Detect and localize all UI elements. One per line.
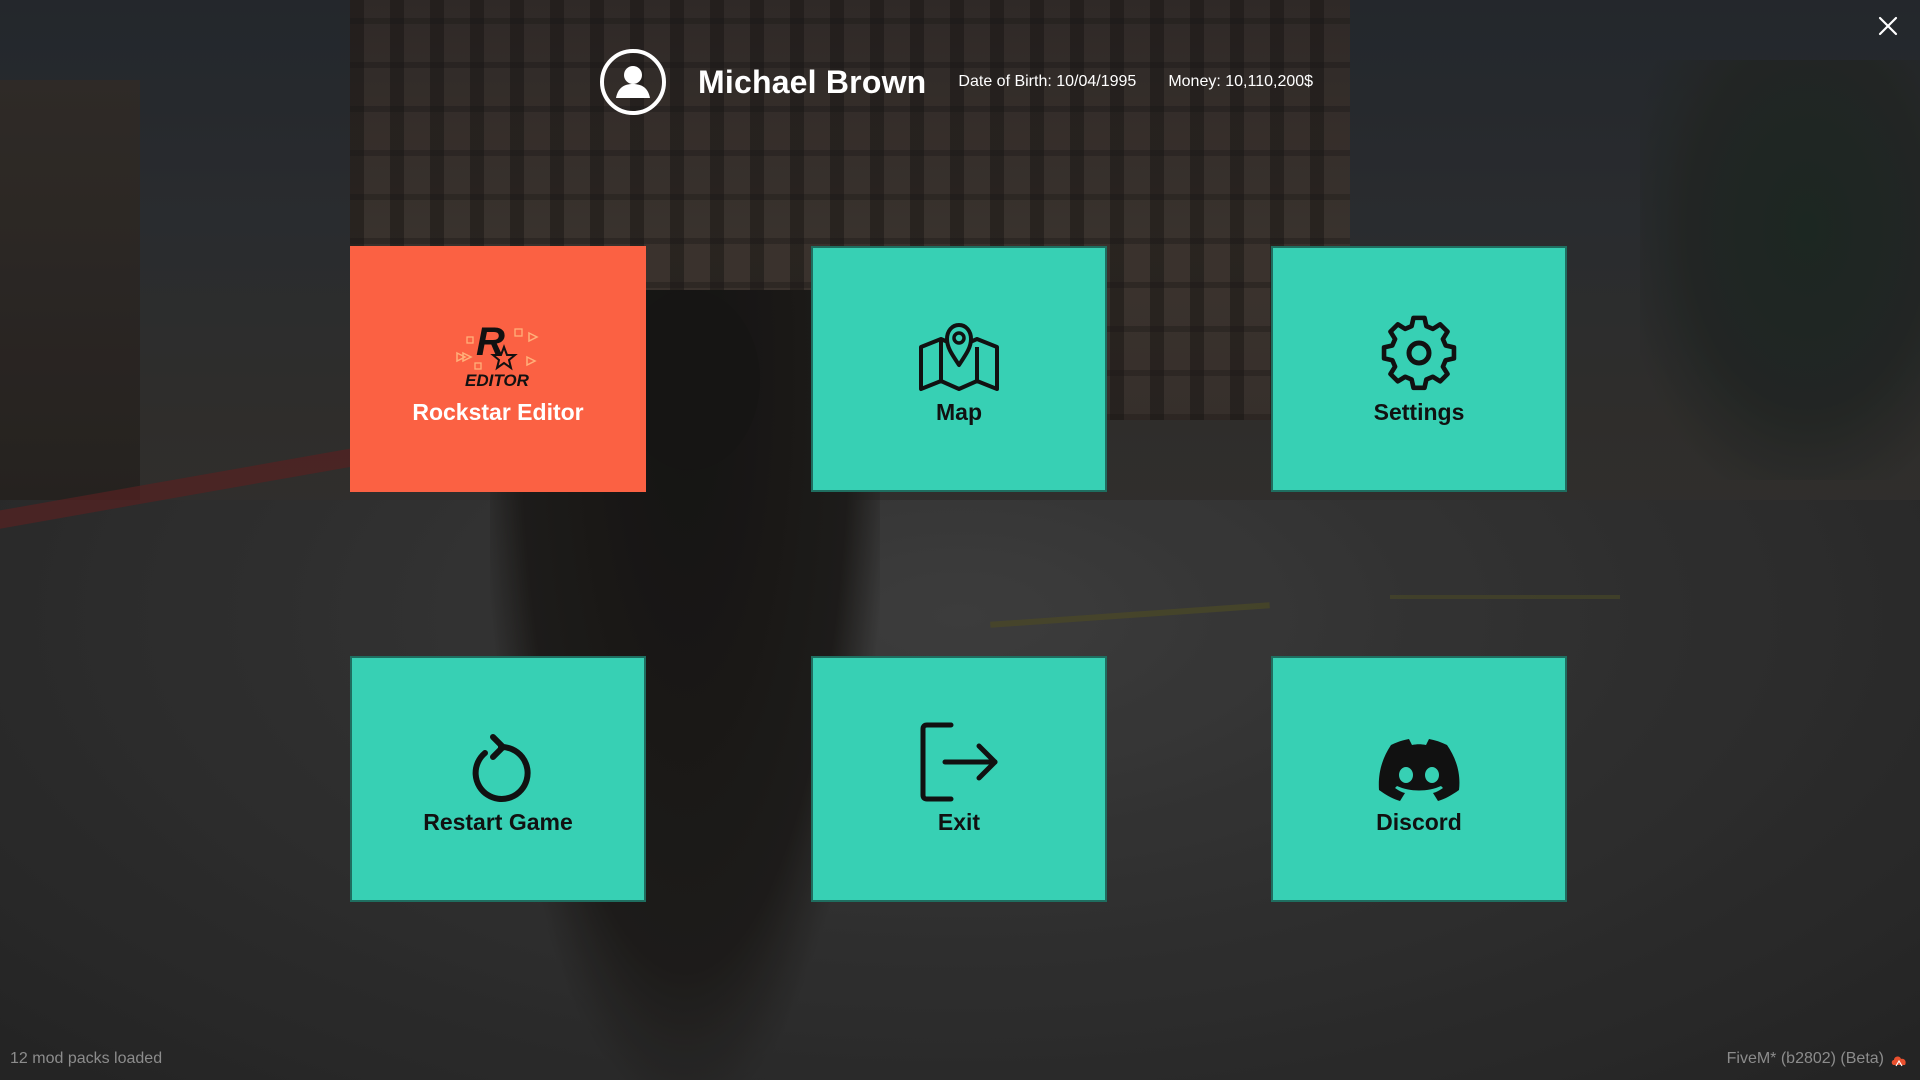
close-button[interactable] (1874, 12, 1902, 40)
player-header: Michael Brown Date of Birth: 10/04/1995 … (600, 46, 1313, 118)
user-circle-icon (600, 49, 666, 115)
client-version: FiveM* (b2802) (Beta) (1726, 1050, 1884, 1067)
settings-button[interactable]: Settings (1271, 246, 1567, 492)
discord-icon (1378, 723, 1460, 803)
exit-button[interactable]: Exit (811, 656, 1107, 902)
map-icon (917, 313, 1001, 393)
date-of-birth: Date of Birth: 10/04/1995 (958, 73, 1137, 90)
svg-text:EDITOR: EDITOR (465, 371, 530, 390)
svg-text:R: R (476, 320, 505, 364)
close-icon (1878, 16, 1898, 36)
player-name: Michael Brown (698, 63, 927, 100)
tile-label: Map (936, 398, 982, 425)
tile-label: Rockstar Editor (412, 398, 584, 425)
game-screen: Michael Brown Date of Birth: 10/04/1995 … (0, 0, 1920, 1080)
discord-button[interactable]: Discord (1271, 656, 1567, 902)
restart-game-button[interactable]: Restart Game (350, 656, 646, 902)
tile-label: Exit (937, 808, 981, 835)
tile-label: Settings (1373, 398, 1465, 425)
map-button[interactable]: Map (811, 246, 1107, 492)
gear-icon (1379, 313, 1459, 393)
cloud-icon (1891, 1056, 1906, 1067)
tile-label: Restart Game (423, 808, 573, 835)
dim-overlay (0, 0, 1920, 1080)
mod-packs-status: 12 mod packs loaded (10, 1050, 163, 1067)
tile-label: Discord (1376, 808, 1462, 835)
money-balance: Money: 10,110,200$ (1168, 73, 1314, 90)
exit-icon (917, 722, 1001, 803)
rockstar-editor-button[interactable]: R EDITOR Rockstar Editor (350, 246, 646, 492)
rockstar-editor-logo: R EDITOR (443, 313, 553, 393)
restart-icon (463, 723, 533, 803)
